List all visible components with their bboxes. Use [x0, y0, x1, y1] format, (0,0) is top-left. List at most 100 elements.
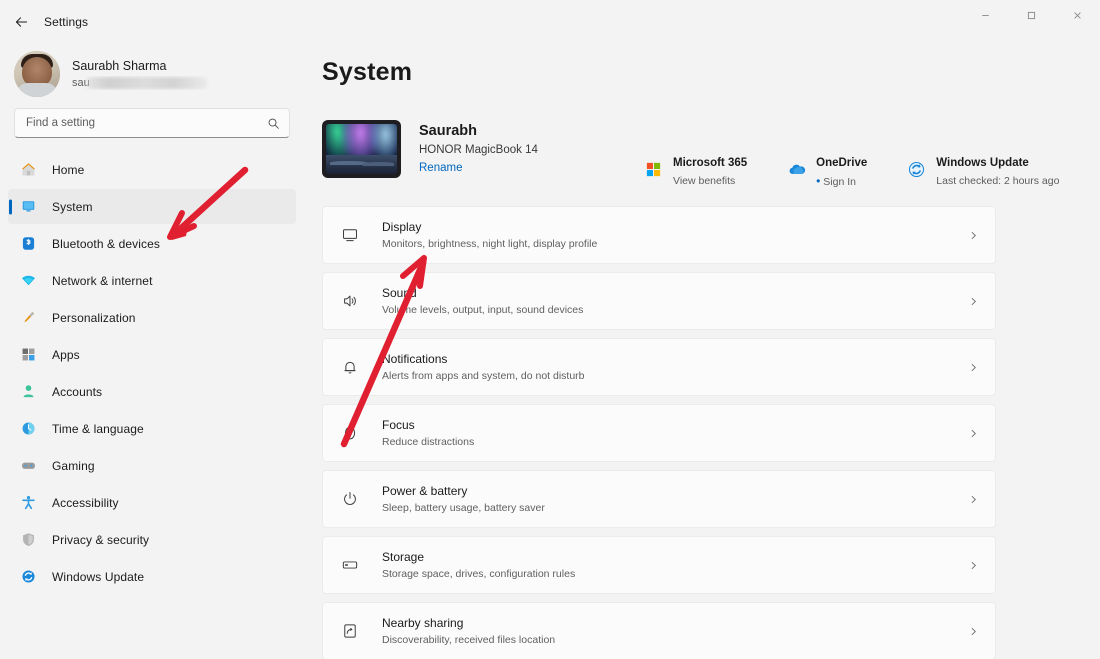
minimize-button[interactable] — [962, 0, 1008, 30]
storage-drive-icon — [339, 554, 361, 576]
settings-row-notifications[interactable]: Notifications Alerts from apps and syste… — [322, 338, 996, 396]
sidebar-item-personalization[interactable]: Personalization — [8, 300, 296, 335]
sidebar-item-gaming[interactable]: Gaming — [8, 448, 296, 483]
chevron-right-icon — [968, 362, 979, 373]
sidebar-item-label: System — [52, 199, 93, 214]
sidebar-item-accounts[interactable]: Accounts — [8, 374, 296, 409]
settings-row-power-battery[interactable]: Power & battery Sleep, battery usage, ba… — [322, 470, 996, 528]
chevron-right-icon — [968, 428, 979, 439]
shield-icon — [18, 530, 38, 550]
device-thumbnail — [322, 120, 401, 178]
game-controller-icon — [18, 456, 38, 476]
tile-title: Microsoft 365 — [673, 157, 748, 169]
sidebar-item-home[interactable]: Home — [8, 152, 296, 187]
sidebar-nav: Home System Bluetooth & devices Network … — [0, 148, 304, 659]
row-title: Display — [382, 219, 422, 234]
user-profile[interactable]: Saurabh Sharma sau — [0, 44, 304, 102]
settings-rows: Display Monitors, brightness, night ligh… — [322, 206, 996, 659]
row-title: Notifications — [382, 351, 448, 366]
settings-row-display[interactable]: Display Monitors, brightness, night ligh… — [322, 206, 996, 264]
maximize-icon — [1027, 11, 1035, 19]
sidebar-item-label: Bluetooth & devices — [52, 236, 160, 251]
chevron-right-icon — [968, 494, 979, 505]
sidebar-item-label: Accessibility — [52, 495, 119, 510]
sidebar: Saurabh Sharma sau Find a setting Home S… — [0, 44, 304, 659]
onedrive-cloud-icon — [785, 158, 807, 180]
sidebar-item-bluetooth-devices[interactable]: Bluetooth & devices — [8, 226, 296, 261]
status-tile-windows-update[interactable]: Windows Update Last checked: 2 hours ago — [905, 156, 1059, 190]
avatar — [14, 51, 60, 97]
row-subtitle: Monitors, brightness, night light, displ… — [382, 237, 598, 250]
row-subtitle: Discoverability, received files location — [382, 633, 556, 646]
row-title: Focus — [382, 417, 415, 432]
bluetooth-icon — [18, 234, 38, 254]
chevron-right-icon — [968, 230, 979, 241]
settings-row-sound[interactable]: Sound Volume levels, output, input, soun… — [322, 272, 996, 330]
sidebar-item-label: Windows Update — [52, 569, 145, 584]
search-input[interactable]: Find a setting — [14, 108, 290, 138]
sidebar-item-apps[interactable]: Apps — [8, 337, 296, 372]
sidebar-item-label: Home — [52, 162, 85, 177]
windows-update-icon — [905, 158, 927, 180]
sidebar-item-label: Network & internet — [52, 273, 153, 288]
rename-link[interactable]: Rename — [419, 160, 538, 176]
tile-title: OneDrive — [816, 157, 868, 169]
sound-speaker-icon — [339, 290, 361, 312]
device-name: Saurabh — [419, 123, 478, 139]
wifi-icon — [18, 271, 38, 291]
maximize-button[interactable] — [1008, 0, 1054, 30]
sidebar-item-windows-update[interactable]: Windows Update — [8, 559, 296, 594]
display-monitor-icon — [339, 224, 361, 246]
settings-window: Settings Saurabh Sharma sau Find a setti… — [0, 0, 1100, 659]
row-subtitle: Sleep, battery usage, battery saver — [382, 501, 545, 514]
redaction-smudge — [87, 76, 207, 89]
clock-globe-icon — [18, 419, 38, 439]
close-button[interactable] — [1054, 0, 1100, 30]
back-arrow-icon — [15, 16, 27, 27]
search-placeholder: Find a setting — [26, 117, 96, 129]
paintbrush-icon — [18, 308, 38, 328]
row-title: Storage — [382, 549, 425, 564]
sidebar-item-network-internet[interactable]: Network & internet — [8, 263, 296, 298]
row-subtitle: Volume levels, output, input, sound devi… — [382, 303, 584, 316]
sidebar-item-privacy-security[interactable]: Privacy & security — [8, 522, 296, 557]
apps-grid-icon — [18, 345, 38, 365]
settings-row-focus[interactable]: Focus Reduce distractions — [322, 404, 996, 462]
focus-crescent-icon — [339, 422, 361, 444]
tile-subtitle: View benefits — [673, 175, 736, 187]
profile-name: Saurabh Sharma — [72, 58, 167, 73]
tile-subtitle-text: Sign In — [823, 176, 856, 188]
sidebar-item-label: Time & language — [52, 421, 144, 436]
sidebar-item-system[interactable]: System — [8, 189, 296, 224]
sidebar-item-label: Privacy & security — [52, 532, 150, 547]
sidebar-item-accessibility[interactable]: Accessibility — [8, 485, 296, 520]
status-tiles: Microsoft 365 View benefits OneDrive • S… — [642, 156, 1059, 190]
system-monitor-icon — [18, 197, 38, 217]
settings-row-nearby-sharing[interactable]: Nearby sharing Discoverability, received… — [322, 602, 996, 659]
tile-subtitle: • Sign In — [816, 174, 867, 190]
titlebar: Settings — [0, 0, 1100, 44]
device-model: HONOR MagicBook 14 — [419, 144, 538, 156]
tile-subtitle: Last checked: 2 hours ago — [936, 175, 1060, 187]
settings-row-storage[interactable]: Storage Storage space, drives, configura… — [322, 536, 996, 594]
page-title: System — [322, 58, 413, 86]
status-tile-microsoft-365[interactable]: Microsoft 365 View benefits — [642, 156, 747, 190]
row-subtitle: Reduce distractions — [382, 435, 475, 448]
status-tile-onedrive[interactable]: OneDrive • Sign In — [785, 156, 867, 190]
home-icon — [18, 160, 38, 180]
chevron-right-icon — [968, 560, 979, 571]
back-button[interactable] — [6, 7, 36, 37]
tile-title: Windows Update — [936, 157, 1029, 169]
sidebar-item-time-language[interactable]: Time & language — [8, 411, 296, 446]
profile-email-redacted: sau — [72, 76, 222, 90]
chevron-right-icon — [968, 626, 979, 637]
person-icon — [18, 382, 38, 402]
sidebar-item-label: Accounts — [52, 384, 103, 399]
bell-icon — [339, 356, 361, 378]
titlebar-title: Settings — [44, 15, 89, 29]
row-subtitle: Storage space, drives, configuration rul… — [382, 567, 576, 580]
search-icon — [267, 117, 280, 130]
power-icon — [339, 488, 361, 510]
status-dot: • — [816, 174, 821, 188]
sidebar-item-label: Gaming — [52, 458, 95, 473]
